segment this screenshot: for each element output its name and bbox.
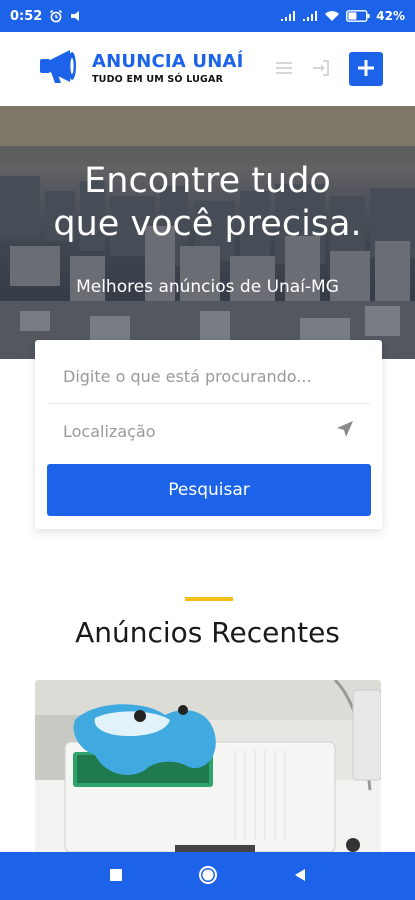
- recent-listings-title: Anúncios Recentes: [75, 616, 340, 649]
- brand-subtitle: TUDO EM UM SÓ LUGAR: [92, 74, 224, 86]
- back-triangle-icon: [293, 868, 307, 885]
- location-arrow-icon[interactable]: [336, 420, 354, 442]
- listing-image: [35, 680, 381, 852]
- search-button[interactable]: Pesquisar: [47, 464, 371, 516]
- megaphone-icon: [38, 48, 84, 90]
- signal-icon: [280, 10, 296, 22]
- hero-subtitle: Melhores anúncios de Unaí-MG: [76, 277, 339, 297]
- battery-level: 42%: [376, 9, 405, 23]
- section-divider: [185, 597, 233, 601]
- status-time: 0:52: [10, 8, 43, 24]
- location-input[interactable]: [63, 421, 336, 441]
- brand-title: ANUNCIA UNAÍ: [92, 51, 244, 73]
- recents-square-icon: [109, 868, 123, 885]
- add-listing-button[interactable]: [349, 52, 383, 86]
- search-card: Pesquisar: [35, 340, 382, 529]
- back-button[interactable]: [285, 861, 315, 891]
- search-input[interactable]: [63, 367, 354, 386]
- login-icon: [311, 59, 331, 80]
- alarm-icon: [49, 9, 63, 23]
- listing-card[interactable]: [35, 680, 381, 852]
- battery-icon: [346, 10, 370, 22]
- signal-icon: [302, 10, 318, 22]
- cast-icon: [70, 10, 83, 22]
- site-header: ANUNCIA UNAÍ TUDO EM UM SÓ LUGAR: [0, 32, 415, 106]
- wifi-icon: [324, 10, 340, 22]
- menu-icon: [275, 60, 293, 79]
- hero-banner: Encontre tudo que você precisa. Melhores…: [0, 106, 415, 359]
- location-field: [47, 404, 370, 458]
- status-bar: 0:52 42%: [0, 0, 415, 32]
- hero-title: Encontre tudo que você precisa.: [53, 161, 362, 244]
- recents-button[interactable]: [101, 861, 131, 891]
- query-field: [47, 350, 370, 404]
- brand-logo[interactable]: ANUNCIA UNAÍ TUDO EM UM SÓ LUGAR: [38, 48, 244, 90]
- plus-icon: [357, 59, 375, 80]
- menu-button[interactable]: [275, 60, 293, 79]
- home-button[interactable]: [193, 861, 223, 891]
- login-button[interactable]: [311, 59, 331, 80]
- system-nav-bar: [0, 852, 415, 900]
- home-circle-icon: [198, 865, 218, 888]
